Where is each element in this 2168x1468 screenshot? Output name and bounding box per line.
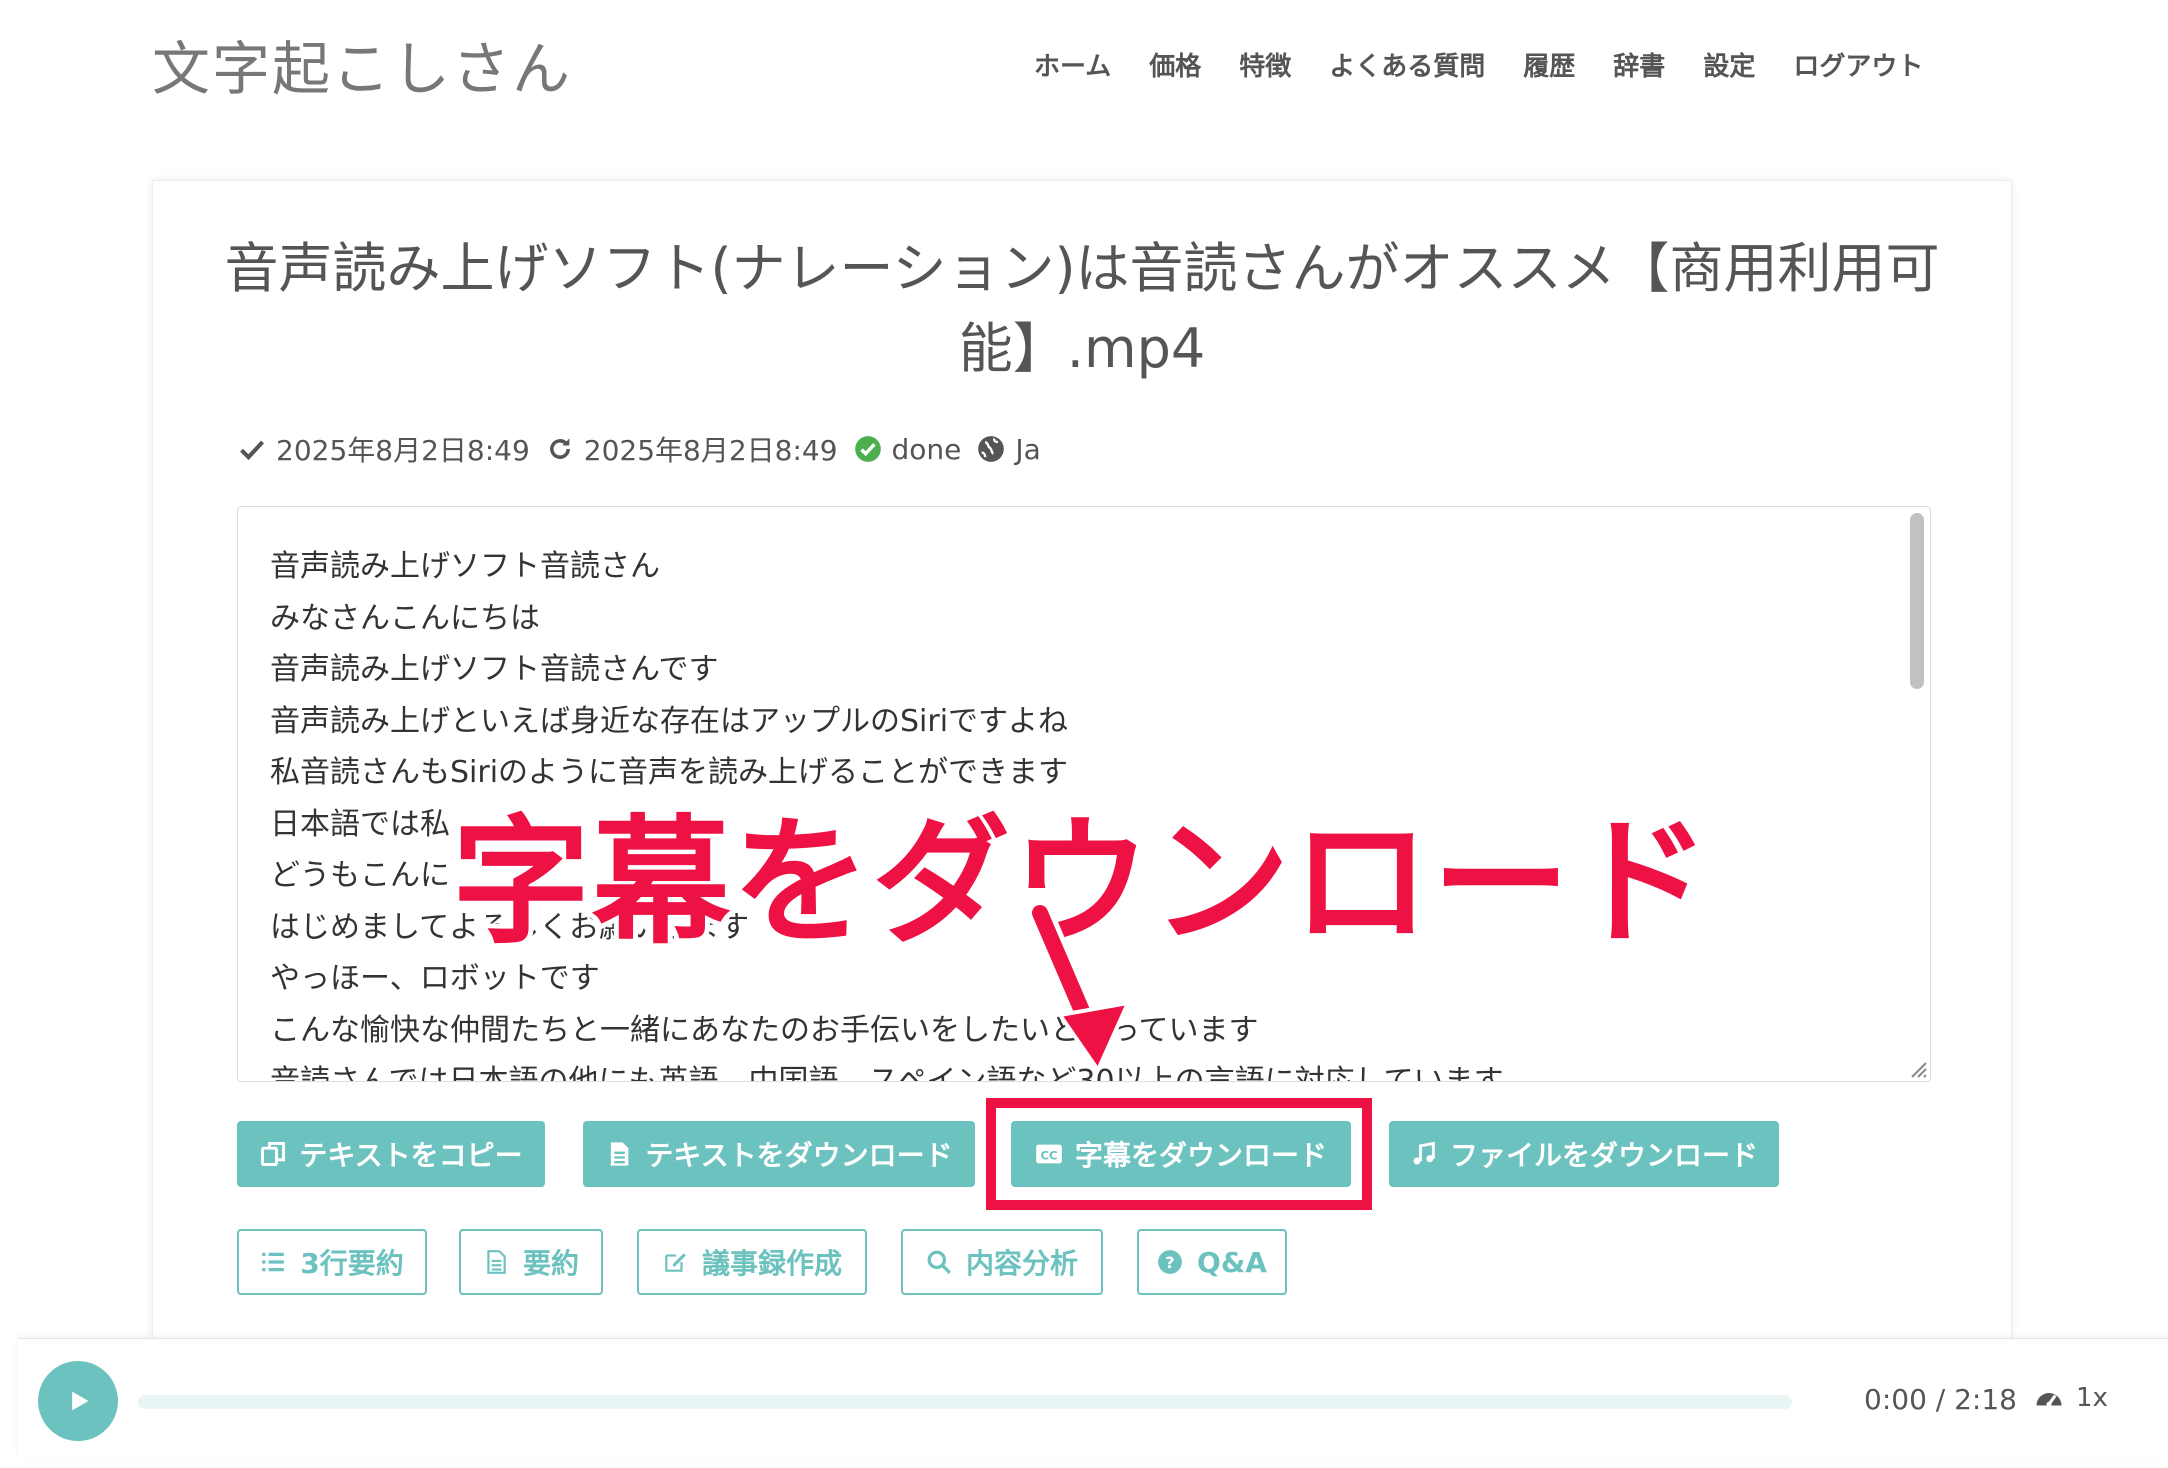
transcript-line: 音声読み上げといえば身近な存在はアップルのSiriですよね bbox=[270, 703, 1069, 739]
svg-text:?: ? bbox=[1165, 1253, 1174, 1272]
updated-item: 2025年8月2日8:49 bbox=[546, 429, 838, 469]
minutes-label: 議事録作成 bbox=[701, 1247, 842, 1280]
file-title: 音声読み上げソフト(ナレーション)は音読さんがオススメ【商用利用可能】.mp4 bbox=[224, 237, 1940, 380]
download-text-button[interactable]: テキストをダウンロード bbox=[583, 1121, 975, 1187]
audio-progress-bar[interactable] bbox=[138, 1395, 1792, 1409]
nav-pricing[interactable]: 価格 bbox=[1149, 46, 1201, 83]
qa-button[interactable]: ? Q&A bbox=[1137, 1229, 1287, 1295]
main-nav: ホーム 価格 特徴 よくある質問 履歴 辞書 設定 ログアウト bbox=[1034, 46, 1961, 83]
question-circle-icon: ? bbox=[1158, 1250, 1182, 1274]
nav-home[interactable]: ホーム bbox=[1034, 46, 1111, 83]
play-button[interactable] bbox=[38, 1361, 118, 1441]
updated-date: 2025年8月2日8:49 bbox=[583, 434, 838, 467]
file-text-icon bbox=[611, 1142, 629, 1166]
nav-faq[interactable]: よくある質問 bbox=[1329, 46, 1485, 83]
language-item: Ja bbox=[977, 432, 1041, 466]
meta-row: 2025年8月2日8:49 2025年8月2日8:49 done Ja bbox=[238, 429, 1045, 469]
globe-icon bbox=[978, 436, 1005, 462]
status-text: done bbox=[891, 432, 962, 466]
page: 文字起こしさん ホーム 価格 特徴 よくある質問 履歴 辞書 設定 ログアウト … bbox=[0, 0, 2168, 1468]
audio-time: 0:00 / 2:18 bbox=[1864, 1383, 2017, 1416]
nav-features[interactable]: 特徴 bbox=[1239, 46, 1291, 83]
summary-button[interactable]: 要約 bbox=[459, 1229, 603, 1295]
annotation-highlight-box bbox=[986, 1098, 1372, 1210]
created-date: 2025年8月2日8:49 bbox=[276, 434, 530, 467]
list-icon bbox=[262, 1252, 285, 1272]
copy-text-button[interactable]: テキストをコピー bbox=[237, 1121, 545, 1187]
download-text-label: テキストをダウンロード bbox=[645, 1139, 953, 1172]
check-icon bbox=[240, 440, 265, 461]
download-file-label: ファイルをダウンロード bbox=[1449, 1139, 1758, 1172]
playback-speed[interactable]: 1x bbox=[2034, 1383, 2108, 1413]
qa-label: Q&A bbox=[1197, 1245, 1267, 1279]
refresh-icon bbox=[549, 438, 570, 459]
nav-history[interactable]: 履歴 bbox=[1523, 46, 1575, 83]
minutes-button[interactable]: 議事録作成 bbox=[637, 1229, 867, 1295]
copy-text-label: テキストをコピー bbox=[299, 1139, 523, 1172]
download-file-button[interactable]: ファイルをダウンロード bbox=[1389, 1121, 1779, 1187]
transcript-line: みなさんこんにちは bbox=[270, 600, 540, 636]
music-note-icon bbox=[1413, 1141, 1435, 1165]
check-circle-icon bbox=[854, 436, 881, 462]
play-icon bbox=[72, 1391, 89, 1411]
content-analysis-button[interactable]: 内容分析 bbox=[901, 1229, 1103, 1295]
content-analysis-label: 内容分析 bbox=[965, 1247, 1078, 1280]
annotation-arrow-icon bbox=[1027, 905, 1132, 1075]
nav-dictionary[interactable]: 辞書 bbox=[1613, 46, 1665, 83]
nav-logout[interactable]: ログアウト bbox=[1793, 46, 1923, 83]
audio-player: 0:00 / 2:18 1x bbox=[18, 1338, 2168, 1458]
textarea-scroll-thumb[interactable] bbox=[1910, 513, 1924, 689]
resize-handle-icon[interactable] bbox=[1904, 1055, 1928, 1079]
created-item: 2025年8月2日8:49 bbox=[238, 429, 530, 469]
brand-logo[interactable]: 文字起こしさん bbox=[152, 22, 572, 106]
summary-3-lines-label: 3行要約 bbox=[300, 1247, 404, 1280]
edit-icon bbox=[665, 1253, 686, 1272]
speedometer-icon bbox=[2036, 1393, 2062, 1407]
transcript-line: 音声読み上げソフト音読さん bbox=[270, 549, 660, 584]
document-icon bbox=[487, 1250, 506, 1274]
summary-3-lines-button[interactable]: 3行要約 bbox=[237, 1229, 427, 1295]
language-text: Ja bbox=[1015, 432, 1041, 466]
search-icon bbox=[927, 1250, 951, 1274]
nav-settings[interactable]: 設定 bbox=[1703, 46, 1755, 83]
playback-speed-label: 1x bbox=[2076, 1383, 2108, 1413]
summary-label: 要約 bbox=[522, 1247, 579, 1280]
status-item: done bbox=[854, 432, 962, 466]
copy-icon bbox=[261, 1142, 286, 1166]
transcript-line: 音声読み上げソフト音読さんです bbox=[270, 652, 719, 687]
